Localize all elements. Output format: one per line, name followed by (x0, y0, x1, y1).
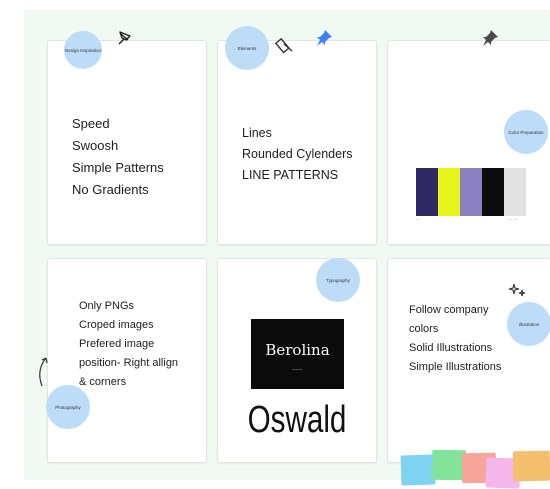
palette-caption-left: — (416, 216, 420, 221)
color-swatch (460, 168, 482, 216)
tag-illustration[interactable]: Illustration (507, 302, 550, 346)
tag-elements[interactable]: Elements (225, 26, 269, 70)
pin-gray-icon[interactable] (480, 28, 500, 48)
design-inspiration-list: Speed Swoosh Simple Patterns No Gradient… (72, 113, 164, 201)
list-item: Solid Illustrations (409, 342, 493, 354)
list-item: Swoosh (72, 138, 119, 153)
elements-list: Lines Rounded Cylenders LINE PATTERNS (242, 123, 353, 186)
list-item: Lines (242, 126, 272, 140)
palette-caption-right: — — (508, 216, 518, 221)
list-item: LINE PATTERNS (242, 168, 339, 182)
list-item: Prefered image (79, 338, 155, 350)
pin-blue-icon[interactable] (314, 28, 334, 48)
illustration-list: Follow company colors Solid Illustration… (409, 301, 501, 377)
pin-outline-icon[interactable] (113, 30, 135, 50)
tag-photography[interactable]: Photography (46, 385, 90, 429)
list-item: No Gradients (72, 182, 149, 197)
list-item: Only PNGs (79, 300, 135, 312)
list-item: & corners (79, 376, 127, 388)
tag-design-inspiration[interactable]: Design Inspiration (64, 31, 102, 69)
tag-color-preparation[interactable]: Color Preparation (504, 110, 548, 154)
list-item: colors (409, 323, 439, 335)
list-item: position- Right allign (79, 357, 179, 369)
font-sample-oswald: Oswald (247, 399, 347, 441)
sparkle-icon (508, 283, 526, 297)
list-item: Simple Illustrations (409, 361, 502, 373)
card-design-inspiration[interactable]: Speed Swoosh Simple Patterns No Gradient… (47, 40, 207, 245)
list-item: Follow company (409, 304, 489, 316)
card-photography[interactable]: Only PNGs Croped images Prefered image p… (47, 258, 207, 463)
list-item: Croped images (79, 319, 154, 331)
font-sample-berolina: Berolina —— (251, 319, 344, 389)
sticky-note[interactable] (400, 454, 436, 486)
color-swatch (438, 168, 460, 216)
tag-typography[interactable]: Typography (316, 258, 360, 302)
list-item: Rounded Cylenders (242, 147, 353, 161)
list-item: Speed (72, 116, 110, 131)
photography-list: Only PNGs Croped images Prefered image p… (79, 297, 178, 392)
curved-arrow-icon (39, 357, 48, 387)
color-swatch (482, 168, 504, 216)
color-swatch (416, 168, 438, 216)
card-elements[interactable]: Lines Rounded Cylenders LINE PATTERNS (217, 40, 377, 245)
sticky-note[interactable] (512, 450, 550, 482)
color-swatch (504, 168, 526, 216)
tape-icon (274, 37, 293, 54)
list-item: Simple Patterns (72, 160, 164, 175)
